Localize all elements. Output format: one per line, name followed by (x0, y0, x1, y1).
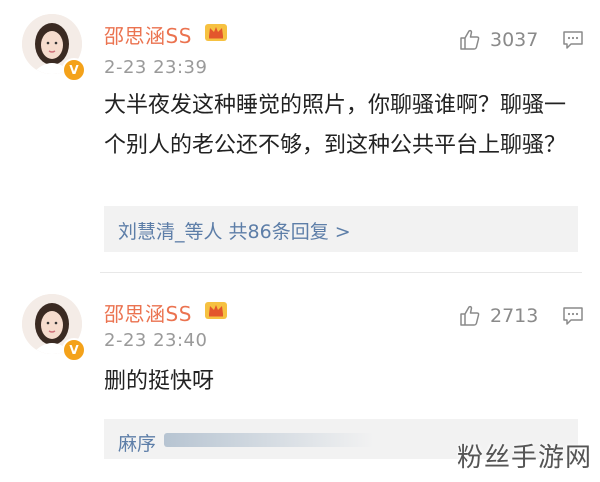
blurred-text (164, 433, 374, 447)
replies-link[interactable]: 刘慧清_等人 共86条回复 > (118, 217, 351, 244)
crown-badge-icon (205, 302, 227, 319)
like-button[interactable]: 3037 (458, 28, 538, 52)
like-count: 3037 (490, 29, 539, 51)
like-button[interactable]: 2713 (458, 304, 538, 328)
comment-text: 大半夜发这种睡觉的照片，你聊骚谁啊？聊骚一个别人的老公还不够，到这种公共平台上聊… (104, 93, 567, 158)
divider (100, 272, 582, 273)
thumbs-up-icon (460, 29, 480, 50)
reply-comment-icon[interactable] (562, 30, 584, 50)
verified-badge-icon: V (62, 58, 86, 82)
crown-badge-icon (205, 24, 227, 41)
reply-comment-icon[interactable] (562, 306, 584, 326)
replies-preview[interactable]: 刘慧清_等人 共86条回复 > (104, 206, 578, 252)
username[interactable]: 邵思涵SS (104, 298, 192, 327)
comment-item: V 邵思涵SS 2-23 23:39 3037 大半夜发这种睡觉的照片，你聊骚谁… (0, 0, 600, 270)
username[interactable]: 邵思涵SS (104, 20, 192, 49)
timestamp: 2-23 23:40 (104, 330, 208, 351)
like-count: 2713 (490, 305, 539, 327)
replies-link[interactable]: 麻序 (118, 429, 156, 456)
comment-text: 删的挺快呀 (104, 369, 215, 394)
watermark: 粉丝手游网 (456, 443, 592, 473)
verified-badge-icon: V (62, 338, 86, 362)
thumbs-up-icon (460, 305, 480, 326)
timestamp: 2-23 23:39 (104, 57, 208, 78)
